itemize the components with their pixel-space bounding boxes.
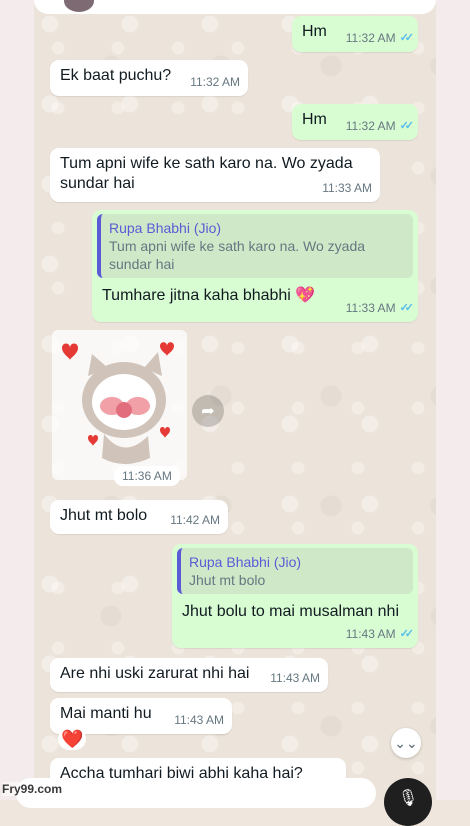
message-bubble-out[interactable]: Rupa Bhabhi (Jio) Tum apni wife ke sath … <box>92 210 418 322</box>
quoted-message[interactable]: Rupa Bhabhi (Jio) Jhut mt bolo <box>177 548 413 594</box>
quote-author: Rupa Bhabhi (Jio) <box>189 554 302 570</box>
message-bubble-in[interactable]: Jhut mt bolo 11:42 AM <box>50 500 228 534</box>
mic-icon[interactable]: 🎙 <box>384 778 432 826</box>
message-bubble-out[interactable]: Hm 11:32 AM ✓✓ <box>292 104 418 140</box>
message-bubble-in[interactable]: Are nhi uski zarurat nhi hai 11:43 AM <box>50 658 328 692</box>
message-text: Are nhi uski zarurat nhi hai <box>60 665 250 682</box>
message-time: 11:32 AM ✓✓ <box>346 28 415 48</box>
sticker-message[interactable] <box>52 330 187 480</box>
message-text: Hm <box>302 111 327 128</box>
message-time: 11:33 AM ✓✓ <box>346 298 415 318</box>
message-time: 11:43 AM ✓✓ <box>346 624 415 644</box>
quoted-message[interactable]: Rupa Bhabhi (Jio) Tum apni wife ke sath … <box>97 214 413 278</box>
message-bubble-in[interactable]: Tum apni wife ke sath karo na. Wo zyada … <box>50 148 380 202</box>
message-bubble-out[interactable]: Hm 11:32 AM ✓✓ <box>292 16 418 52</box>
chevron-double-down-icon[interactable]: ⌄⌄ <box>391 728 421 758</box>
cat-sticker-image <box>52 330 187 480</box>
top-bar <box>34 0 436 14</box>
chat-area[interactable]: Hm 11:32 AM ✓✓ Ek baat puchu? 11:32 AM H… <box>34 0 436 800</box>
message-time: 11:43 AM <box>270 671 320 685</box>
message-input[interactable] <box>16 778 376 808</box>
read-ticks-icon: ✓✓ <box>399 628 415 640</box>
avatar[interactable] <box>64 0 94 12</box>
message-bubble-in[interactable]: Ek baat puchu? 11:32 AM <box>50 60 248 96</box>
message-text: Jhut bolu to mai musalman nhi <box>182 603 399 620</box>
forward-icon[interactable]: ➦ <box>192 395 224 427</box>
heart-reaction-icon[interactable]: ❤️ <box>58 728 87 750</box>
message-bubble-out[interactable]: Rupa Bhabhi (Jio) Jhut mt bolo Jhut bolu… <box>172 544 418 648</box>
read-ticks-icon: ✓✓ <box>399 302 415 314</box>
quote-author: Rupa Bhabhi (Jio) <box>109 220 222 236</box>
read-ticks-icon: ✓✓ <box>399 120 415 132</box>
quote-text: Tum apni wife ke sath karo na. Wo zyada … <box>109 238 366 272</box>
left-margin <box>0 0 34 800</box>
message-time: 11:43 AM <box>174 713 224 727</box>
message-text: Hm <box>302 23 327 40</box>
message-time: 11:32 AM <box>190 75 240 89</box>
right-margin <box>436 0 470 800</box>
message-time: 11:33 AM <box>322 181 372 195</box>
message-text: Mai manti hu <box>60 705 152 722</box>
message-text: Tum apni wife ke sath karo na. Wo zyada … <box>60 155 353 192</box>
message-text: Jhut mt bolo <box>60 507 148 524</box>
message-time: 11:32 AM ✓✓ <box>346 116 415 136</box>
watermark: Fry99.com <box>2 782 63 796</box>
message-time: 11:42 AM <box>170 513 220 527</box>
message-text: Tumhare jitna kaha bhabhi 💖 <box>102 287 316 304</box>
read-ticks-icon: ✓✓ <box>399 32 415 44</box>
message-text: Ek baat puchu? <box>60 67 172 84</box>
message-time: 11:36 AM <box>114 466 180 486</box>
quote-text: Jhut mt bolo <box>189 572 266 588</box>
